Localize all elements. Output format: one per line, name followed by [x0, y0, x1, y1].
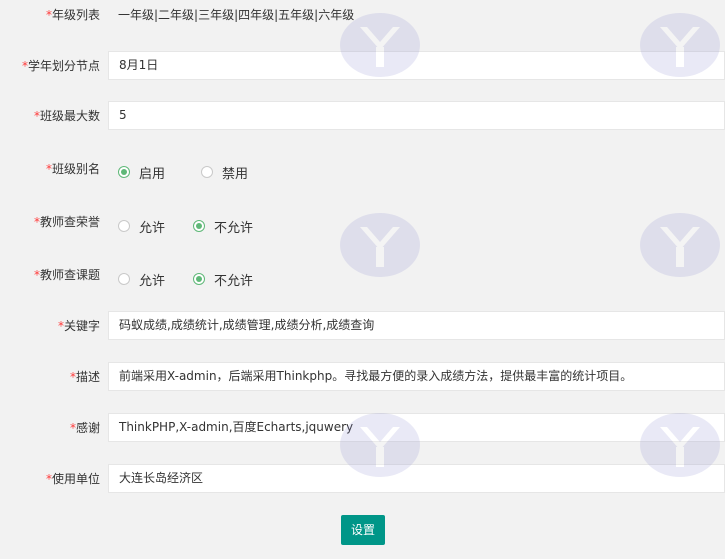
thanks-input[interactable]: ThinkPHP,X-admin,百度Echarts,jquwery [108, 413, 725, 442]
radio-unchecked-icon [118, 220, 130, 232]
organization-input[interactable]: 大连长岛经济区 [108, 464, 725, 493]
teacher-honor-radio-group: 允许 不允许 [118, 211, 275, 241]
radio-unchecked-icon [201, 166, 214, 178]
field-label-text: 教师查课题 [39, 268, 100, 282]
logo-watermark-icon [640, 213, 720, 277]
field-label-text: 感谢 [75, 421, 100, 435]
teacher-topic-deny-radio[interactable]: 不允许 [193, 270, 253, 289]
teacher-topic-radio-group: 允许 不允许 [118, 264, 275, 294]
radio-checked-icon [193, 220, 206, 232]
field-label-text: 教师查荣誉 [39, 215, 100, 229]
radio-label: 启用 [139, 166, 166, 182]
field-label-text: 使用单位 [51, 472, 100, 486]
year-split-input[interactable]: 8月1日 [108, 51, 725, 80]
field-label-text: 学年划分节点 [27, 59, 100, 73]
class-alias-enable-radio[interactable]: 启用 [118, 163, 165, 182]
field-label: *年级列表 [0, 0, 108, 30]
logo-watermark-icon [340, 213, 420, 277]
teacher-honor-allow-radio[interactable]: 允许 [118, 217, 165, 236]
radio-label: 不允许 [214, 220, 254, 236]
radio-label: 禁用 [222, 166, 249, 182]
teacher-topic-allow-radio[interactable]: 允许 [118, 270, 165, 289]
radio-checked-icon [193, 273, 206, 285]
class-alias-radio-group: 启用 禁用 [118, 157, 270, 187]
grade-list-input[interactable]: 一年级|二年级|三年级|四年级|五年级|六年级 [108, 0, 725, 29]
field-label-text: 班级最大数 [39, 109, 100, 123]
description-input[interactable]: 前端采用X-admin，后端采用Thinkphp。寻找最方便的录入成绩方法，提供… [108, 362, 725, 391]
radio-checked-icon [118, 166, 130, 178]
field-label: *班级最大数 [0, 101, 108, 131]
field-label: *描述 [0, 362, 108, 392]
class-max-input[interactable]: 5 [108, 101, 725, 130]
field-label: *教师查荣誉 [0, 207, 108, 237]
field-label: *使用单位 [0, 464, 108, 494]
keywords-input[interactable]: 码蚁成绩,成绩统计,成绩管理,成绩分析,成绩查询 [108, 311, 725, 340]
field-label: *班级别名 [0, 154, 108, 184]
radio-label: 不允许 [214, 273, 254, 289]
field-label: *关键字 [0, 311, 108, 341]
field-label-text: 年级列表 [51, 8, 100, 22]
field-label-text: 班级别名 [51, 162, 100, 176]
radio-label: 允许 [139, 220, 166, 236]
class-alias-disable-radio[interactable]: 禁用 [201, 163, 248, 182]
teacher-honor-deny-radio[interactable]: 不允许 [193, 217, 253, 236]
field-label: *教师查课题 [0, 260, 108, 290]
settings-submit-button[interactable]: 设置 [341, 515, 385, 545]
field-label: *感谢 [0, 413, 108, 443]
field-label-text: 描述 [75, 370, 100, 384]
field-label: *学年划分节点 [0, 51, 108, 81]
radio-label: 允许 [139, 273, 166, 289]
radio-unchecked-icon [118, 273, 130, 285]
field-label-text: 关键字 [63, 319, 100, 333]
